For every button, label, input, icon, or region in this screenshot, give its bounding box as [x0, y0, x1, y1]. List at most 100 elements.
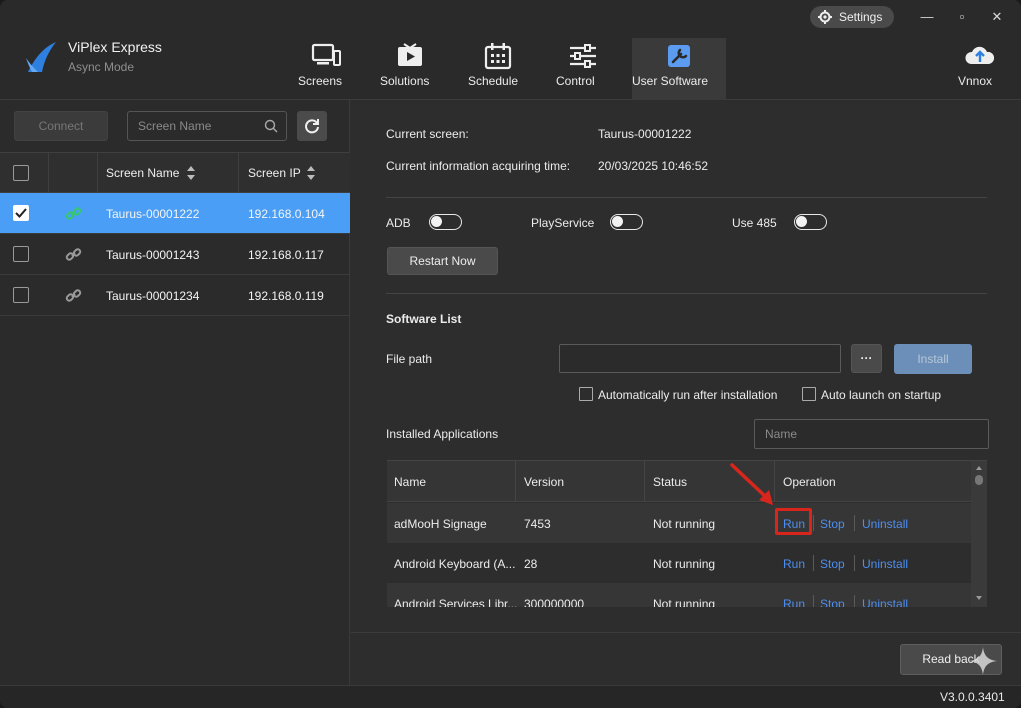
- screen-search-input[interactable]: Screen Name: [127, 111, 287, 141]
- screen-list-panel: Connect Screen Name Screen Name Screen I…: [0, 100, 350, 685]
- link-icon: [65, 248, 82, 261]
- acquiring-time-value: 20/03/2025 10:46:52: [598, 159, 709, 173]
- run-link[interactable]: Run: [783, 597, 805, 607]
- divider: [351, 632, 1021, 633]
- refresh-button[interactable]: [297, 111, 327, 141]
- control-icon: [570, 44, 596, 68]
- screen-search-placeholder: Screen Name: [138, 119, 212, 133]
- screen-row[interactable]: Taurus-00001243 192.168.0.117: [0, 234, 350, 275]
- use485-toggle[interactable]: [794, 214, 827, 230]
- adb-toggle[interactable]: [429, 214, 462, 230]
- app-status: Not running: [653, 517, 716, 531]
- app-name: Android Keyboard (A...: [394, 557, 516, 571]
- divider: [813, 555, 814, 571]
- app-status: Not running: [653, 557, 716, 571]
- screen-ip: 192.168.0.117: [248, 248, 324, 262]
- app-row: Android Services Libr... 300000000 Not r…: [387, 583, 971, 607]
- auto-launch-label: Auto launch on startup: [821, 388, 942, 402]
- acquiring-time-label: Current information acquiring time:: [386, 159, 571, 173]
- auto-run-checkbox[interactable]: [579, 387, 593, 401]
- app-version: 28: [524, 557, 538, 571]
- auto-run-label: Automatically run after installation: [598, 388, 778, 402]
- software-list-title: Software List: [386, 312, 462, 326]
- row-checkbox[interactable]: [13, 287, 29, 303]
- file-path-input[interactable]: [559, 344, 841, 373]
- app-row: adMooH Signage 7453 Not running Run Stop…: [387, 503, 971, 543]
- run-link[interactable]: Run: [783, 557, 805, 571]
- app-name: Android Services Libr...: [394, 597, 518, 607]
- scrollbar-thumb[interactable]: [975, 475, 983, 485]
- nav-solutions[interactable]: Solutions: [380, 38, 440, 100]
- settings-button[interactable]: Settings: [810, 6, 894, 28]
- screen-row[interactable]: Taurus-00001222 192.168.0.104: [0, 193, 350, 234]
- nav-user-software[interactable]: User Software: [632, 38, 726, 100]
- scroll-up-icon[interactable]: [971, 463, 987, 473]
- playservice-toggle[interactable]: [610, 214, 643, 230]
- screen-name: Taurus-00001234: [106, 289, 200, 303]
- uninstall-link[interactable]: Uninstall: [862, 517, 908, 531]
- install-button[interactable]: Install: [894, 344, 972, 374]
- divider: [854, 555, 855, 571]
- nav-screens[interactable]: Screens: [298, 38, 354, 100]
- column-divider: [238, 153, 239, 194]
- stop-link[interactable]: Stop: [820, 517, 845, 531]
- divider: [386, 197, 987, 198]
- uninstall-link[interactable]: Uninstall: [862, 597, 908, 607]
- uninstall-link[interactable]: Uninstall: [862, 557, 908, 571]
- nav-user-software-label: User Software: [632, 74, 709, 88]
- maximize-icon[interactable]: ▫: [953, 8, 971, 26]
- apps-name-column-header: Name: [394, 475, 427, 489]
- browse-button[interactable]: ···: [851, 344, 882, 373]
- current-screen-value: Taurus-00001222: [598, 127, 692, 141]
- installed-applications-label: Installed Applications: [386, 427, 499, 441]
- screen-table-header: Screen Name Screen IP: [0, 152, 350, 194]
- connect-button[interactable]: Connect: [14, 111, 108, 141]
- nav-schedule[interactable]: Schedule: [468, 38, 528, 100]
- user-software-icon: [668, 45, 690, 67]
- app-name-filter-input[interactable]: Name: [754, 419, 989, 449]
- nav-vnnox[interactable]: Vnnox: [958, 38, 1002, 100]
- app-name-filter-placeholder: Name: [765, 427, 798, 441]
- screen-ip-column-header[interactable]: Screen IP: [248, 166, 301, 180]
- app-mode: Async Mode: [68, 60, 135, 74]
- schedule-icon: [484, 43, 512, 70]
- column-divider: [515, 461, 516, 502]
- close-icon[interactable]: ✕: [988, 8, 1006, 26]
- current-screen-label: Current screen:: [386, 127, 469, 141]
- row-checkbox[interactable]: [13, 205, 29, 221]
- screen-ip: 192.168.0.119: [248, 289, 324, 303]
- screens-icon: [311, 43, 341, 66]
- screen-name: Taurus-00001243: [106, 248, 200, 262]
- sort-icon[interactable]: [306, 165, 316, 181]
- nav-screens-label: Screens: [298, 74, 343, 88]
- run-highlight-box: [775, 508, 812, 535]
- app-name: adMooH Signage: [394, 517, 487, 531]
- app-version: 300000000: [524, 597, 585, 607]
- connected-link-icon: [65, 207, 82, 220]
- app-window: ViPlex Express Async Mode Screens Soluti…: [0, 0, 1021, 708]
- stop-link[interactable]: Stop: [820, 557, 845, 571]
- sort-icon[interactable]: [186, 165, 196, 181]
- scroll-down-icon[interactable]: [971, 593, 987, 603]
- nav-schedule-label: Schedule: [468, 74, 519, 88]
- select-all-checkbox[interactable]: [13, 165, 29, 181]
- column-divider: [644, 461, 645, 502]
- screen-name-column-header[interactable]: Screen Name: [106, 166, 179, 180]
- screen-row[interactable]: Taurus-00001234 192.168.0.119: [0, 275, 350, 316]
- cloud-upload-icon: [965, 46, 995, 64]
- refresh-icon: [305, 119, 319, 134]
- row-checkbox[interactable]: [13, 246, 29, 262]
- divider: [854, 595, 855, 607]
- apps-scrollbar[interactable]: [971, 461, 987, 607]
- divider: [813, 595, 814, 607]
- playservice-label: PlayService: [531, 216, 595, 230]
- auto-launch-checkbox[interactable]: [802, 387, 816, 401]
- viplex-logo-icon: [26, 42, 56, 72]
- divider: [854, 515, 855, 531]
- nav-control[interactable]: Control: [556, 38, 610, 100]
- restart-now-button[interactable]: Restart Now: [387, 247, 498, 275]
- app-status: Not running: [653, 597, 716, 607]
- minimize-icon[interactable]: —: [918, 8, 936, 26]
- stop-link[interactable]: Stop: [820, 597, 845, 607]
- file-path-label: File path: [386, 352, 433, 366]
